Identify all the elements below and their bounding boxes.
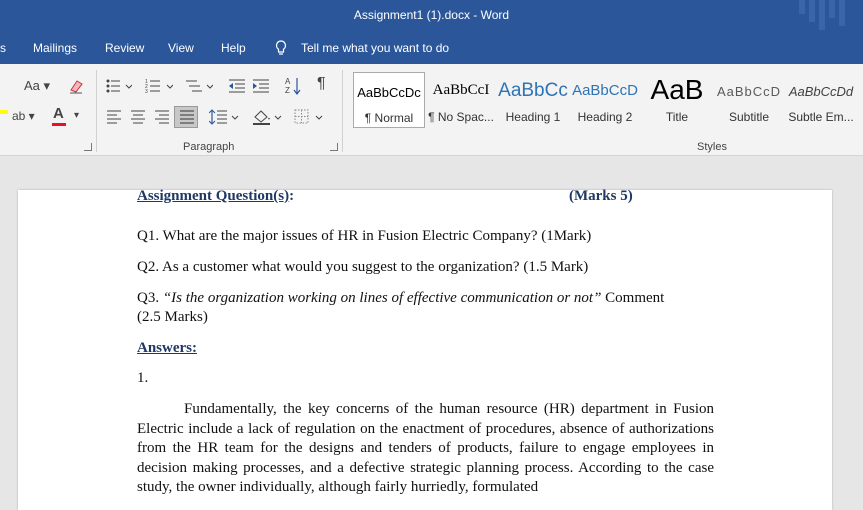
style-heading-1[interactable]: AaBbCc Heading 1 bbox=[497, 72, 569, 128]
question-2: Q2. As a customer what would you suggest… bbox=[137, 259, 589, 275]
question-3: Q3. “Is the organization working on line… bbox=[137, 290, 714, 307]
tab-view[interactable]: View bbox=[168, 41, 194, 55]
style-name: Title bbox=[665, 110, 689, 124]
question-3-prefix: Q3. bbox=[137, 290, 163, 306]
question-1: Q1. What are the major issues of HR in F… bbox=[137, 228, 592, 244]
tab-mailings[interactable]: Mailings bbox=[33, 41, 77, 55]
answer-number: 1. bbox=[137, 370, 149, 386]
style-preview: AaBbCcD bbox=[572, 82, 638, 99]
group-separator bbox=[342, 70, 343, 152]
tab-help[interactable]: Help bbox=[221, 41, 246, 55]
style-preview: AaBbCc bbox=[498, 80, 568, 101]
style-subtle-emphasis[interactable]: AaBbCcDd Subtle Em... bbox=[785, 72, 857, 128]
document-page[interactable]: Assignment Question(s): (Marks 5) Q1. Wh… bbox=[18, 188, 832, 510]
window-title: Assignment1 (1).docx - Word bbox=[353, 8, 510, 22]
style-preview: AaB bbox=[650, 74, 704, 105]
tab-review[interactable]: Review bbox=[105, 41, 144, 55]
style-heading-2[interactable]: AaBbCcD Heading 2 bbox=[569, 72, 641, 128]
change-case-label: Aa bbox=[24, 78, 40, 93]
font-color-icon[interactable]: A bbox=[53, 106, 64, 122]
clear-formatting-icon[interactable] bbox=[68, 78, 84, 94]
style-title[interactable]: AaB Title bbox=[641, 72, 713, 128]
font-color-swatch bbox=[52, 123, 66, 126]
highlight-color-swatch bbox=[0, 110, 8, 114]
style-normal[interactable]: AaBbCcDc ¶ Normal bbox=[353, 72, 425, 128]
tell-me-search[interactable]: Tell me what you want to do bbox=[301, 41, 449, 55]
style-preview: AaBbCcI bbox=[432, 82, 490, 98]
style-preview: AaBbCcD bbox=[716, 84, 782, 99]
style-name: Heading 2 bbox=[577, 110, 633, 124]
text-highlight-icon[interactable]: ab ▾ bbox=[12, 108, 35, 124]
assignment-heading-text: Assignment Question(s) bbox=[137, 188, 290, 204]
paragraph-group-label: Paragraph bbox=[183, 141, 235, 153]
svg-text:Z: Z bbox=[285, 86, 290, 95]
shading-icon[interactable] bbox=[252, 108, 282, 126]
increase-indent-icon[interactable] bbox=[252, 78, 270, 94]
align-left-icon[interactable] bbox=[106, 110, 122, 124]
style-preview: AaBbCcDd bbox=[788, 84, 854, 99]
chevron-down-icon[interactable]: ▾ bbox=[74, 108, 79, 124]
ribbon-tabs: s Mailings Review View Help Tell me what… bbox=[0, 32, 863, 64]
question-3-marks: (2.5 Marks) bbox=[137, 309, 208, 325]
show-formatting-marks-icon[interactable]: ¶ bbox=[317, 76, 326, 92]
style-name: ¶ Normal bbox=[364, 111, 414, 125]
styles-group-label: Styles bbox=[697, 141, 727, 153]
sort-icon[interactable]: AZ bbox=[285, 76, 301, 96]
decrease-indent-icon[interactable] bbox=[228, 78, 246, 94]
change-case-button[interactable]: Aa ▾ bbox=[24, 78, 50, 94]
align-right-icon[interactable] bbox=[154, 110, 170, 124]
numbering-icon[interactable]: 123 bbox=[145, 78, 173, 94]
style-subtitle[interactable]: AaBbCcD Subtitle bbox=[713, 72, 785, 128]
ribbon: Aa ▾ ab ▾ A ▾ 123 AZ ¶ Paragraph AaBbCcD… bbox=[0, 64, 863, 156]
group-separator bbox=[96, 70, 97, 152]
borders-icon[interactable] bbox=[293, 108, 323, 126]
marks-label: (Marks 5) bbox=[569, 188, 633, 204]
document-area[interactable]: Assignment Question(s): (Marks 5) Q1. Wh… bbox=[0, 156, 863, 510]
style-no-spacing[interactable]: AaBbCcI ¶ No Spac... bbox=[425, 72, 497, 128]
align-center-icon[interactable] bbox=[130, 110, 146, 124]
style-name: Heading 1 bbox=[505, 110, 561, 124]
line-spacing-icon[interactable] bbox=[209, 108, 239, 126]
answers-heading: Answers: bbox=[137, 340, 197, 356]
svg-text:A: A bbox=[285, 77, 291, 86]
paragraph-dialog-launcher[interactable] bbox=[330, 143, 338, 151]
title-bar-decoration bbox=[799, 0, 845, 30]
style-preview: AaBbCcDc bbox=[357, 85, 421, 100]
tab-references[interactable]: s bbox=[0, 41, 6, 55]
question-3-suffix: Comment bbox=[601, 290, 665, 306]
style-name: Subtitle bbox=[728, 110, 770, 124]
svg-text:3: 3 bbox=[145, 89, 148, 94]
answer-paragraph: Fundamentally, the key concerns of the h… bbox=[137, 401, 714, 495]
assignment-heading: Assignment Question(s): bbox=[137, 188, 294, 205]
style-name: ¶ No Spac... bbox=[428, 110, 494, 124]
assignment-heading-colon: : bbox=[289, 188, 295, 204]
lightbulb-icon[interactable] bbox=[275, 40, 287, 56]
style-name: Subtle Em... bbox=[788, 110, 854, 124]
justify-icon bbox=[180, 110, 194, 124]
justify-button[interactable] bbox=[174, 106, 198, 128]
title-bar: Assignment1 (1).docx - Word bbox=[0, 0, 863, 32]
question-3-quote: “Is the organization working on lines of… bbox=[162, 290, 602, 306]
bullets-icon[interactable] bbox=[106, 78, 132, 94]
multilevel-list-icon[interactable] bbox=[185, 78, 213, 94]
font-dialog-launcher[interactable] bbox=[84, 143, 92, 151]
